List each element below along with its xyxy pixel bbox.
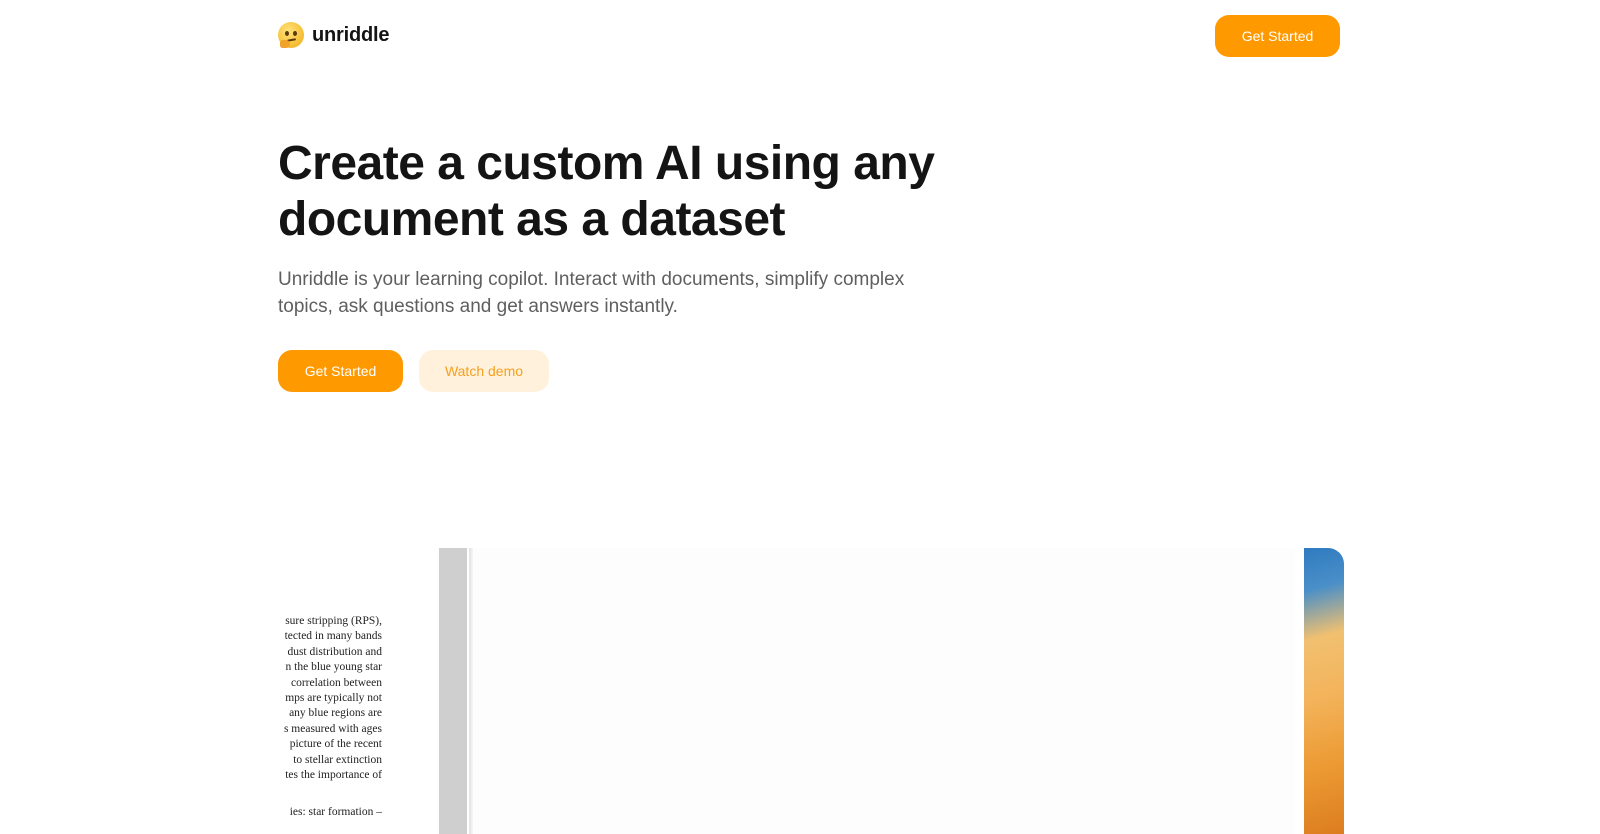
hero-title: Create a custom AI using any document as… <box>278 137 935 246</box>
document-line: n the blue young star <box>285 661 382 674</box>
decorative-gradient <box>1304 548 1344 834</box>
hero-actions: Get Started Watch demo <box>278 350 549 392</box>
brand-logo[interactable]: unriddle <box>278 22 389 48</box>
chat-panel <box>473 548 1295 834</box>
landing-page: unriddle Get Started Create a custom AI … <box>0 0 1600 834</box>
document-line: to stellar extinction <box>293 753 382 766</box>
thinking-face-icon <box>278 22 304 48</box>
document-line: tes the importance of <box>285 769 382 782</box>
document-keywords-line: ies: star formation – <box>289 806 382 819</box>
brand-name: unriddle <box>312 23 390 46</box>
document-line: picture of the recent <box>289 738 382 751</box>
document-scrollbar[interactable] <box>439 548 467 834</box>
watch-demo-button[interactable]: Watch demo <box>419 350 549 392</box>
document-line: mps are typically not <box>285 692 382 705</box>
document-line: correlation between <box>291 676 382 689</box>
hero-subtitle: Unriddle is your learning copilot. Inter… <box>278 269 905 317</box>
document-line: dust distribution and <box>287 645 382 658</box>
document-line: sure stripping (RPS), <box>285 615 382 627</box>
document-excerpt: sure stripping (RPS), tected in many ban… <box>278 614 382 821</box>
document-line: tected in many bands <box>284 630 382 643</box>
document-line: any blue regions are <box>289 707 382 720</box>
product-preview: sure stripping (RPS), tected in many ban… <box>278 548 1344 834</box>
document-line: s measured with ages <box>283 722 382 735</box>
hero-get-started-button[interactable]: Get Started <box>278 350 403 392</box>
header-get-started-button[interactable]: Get Started <box>1215 15 1340 57</box>
